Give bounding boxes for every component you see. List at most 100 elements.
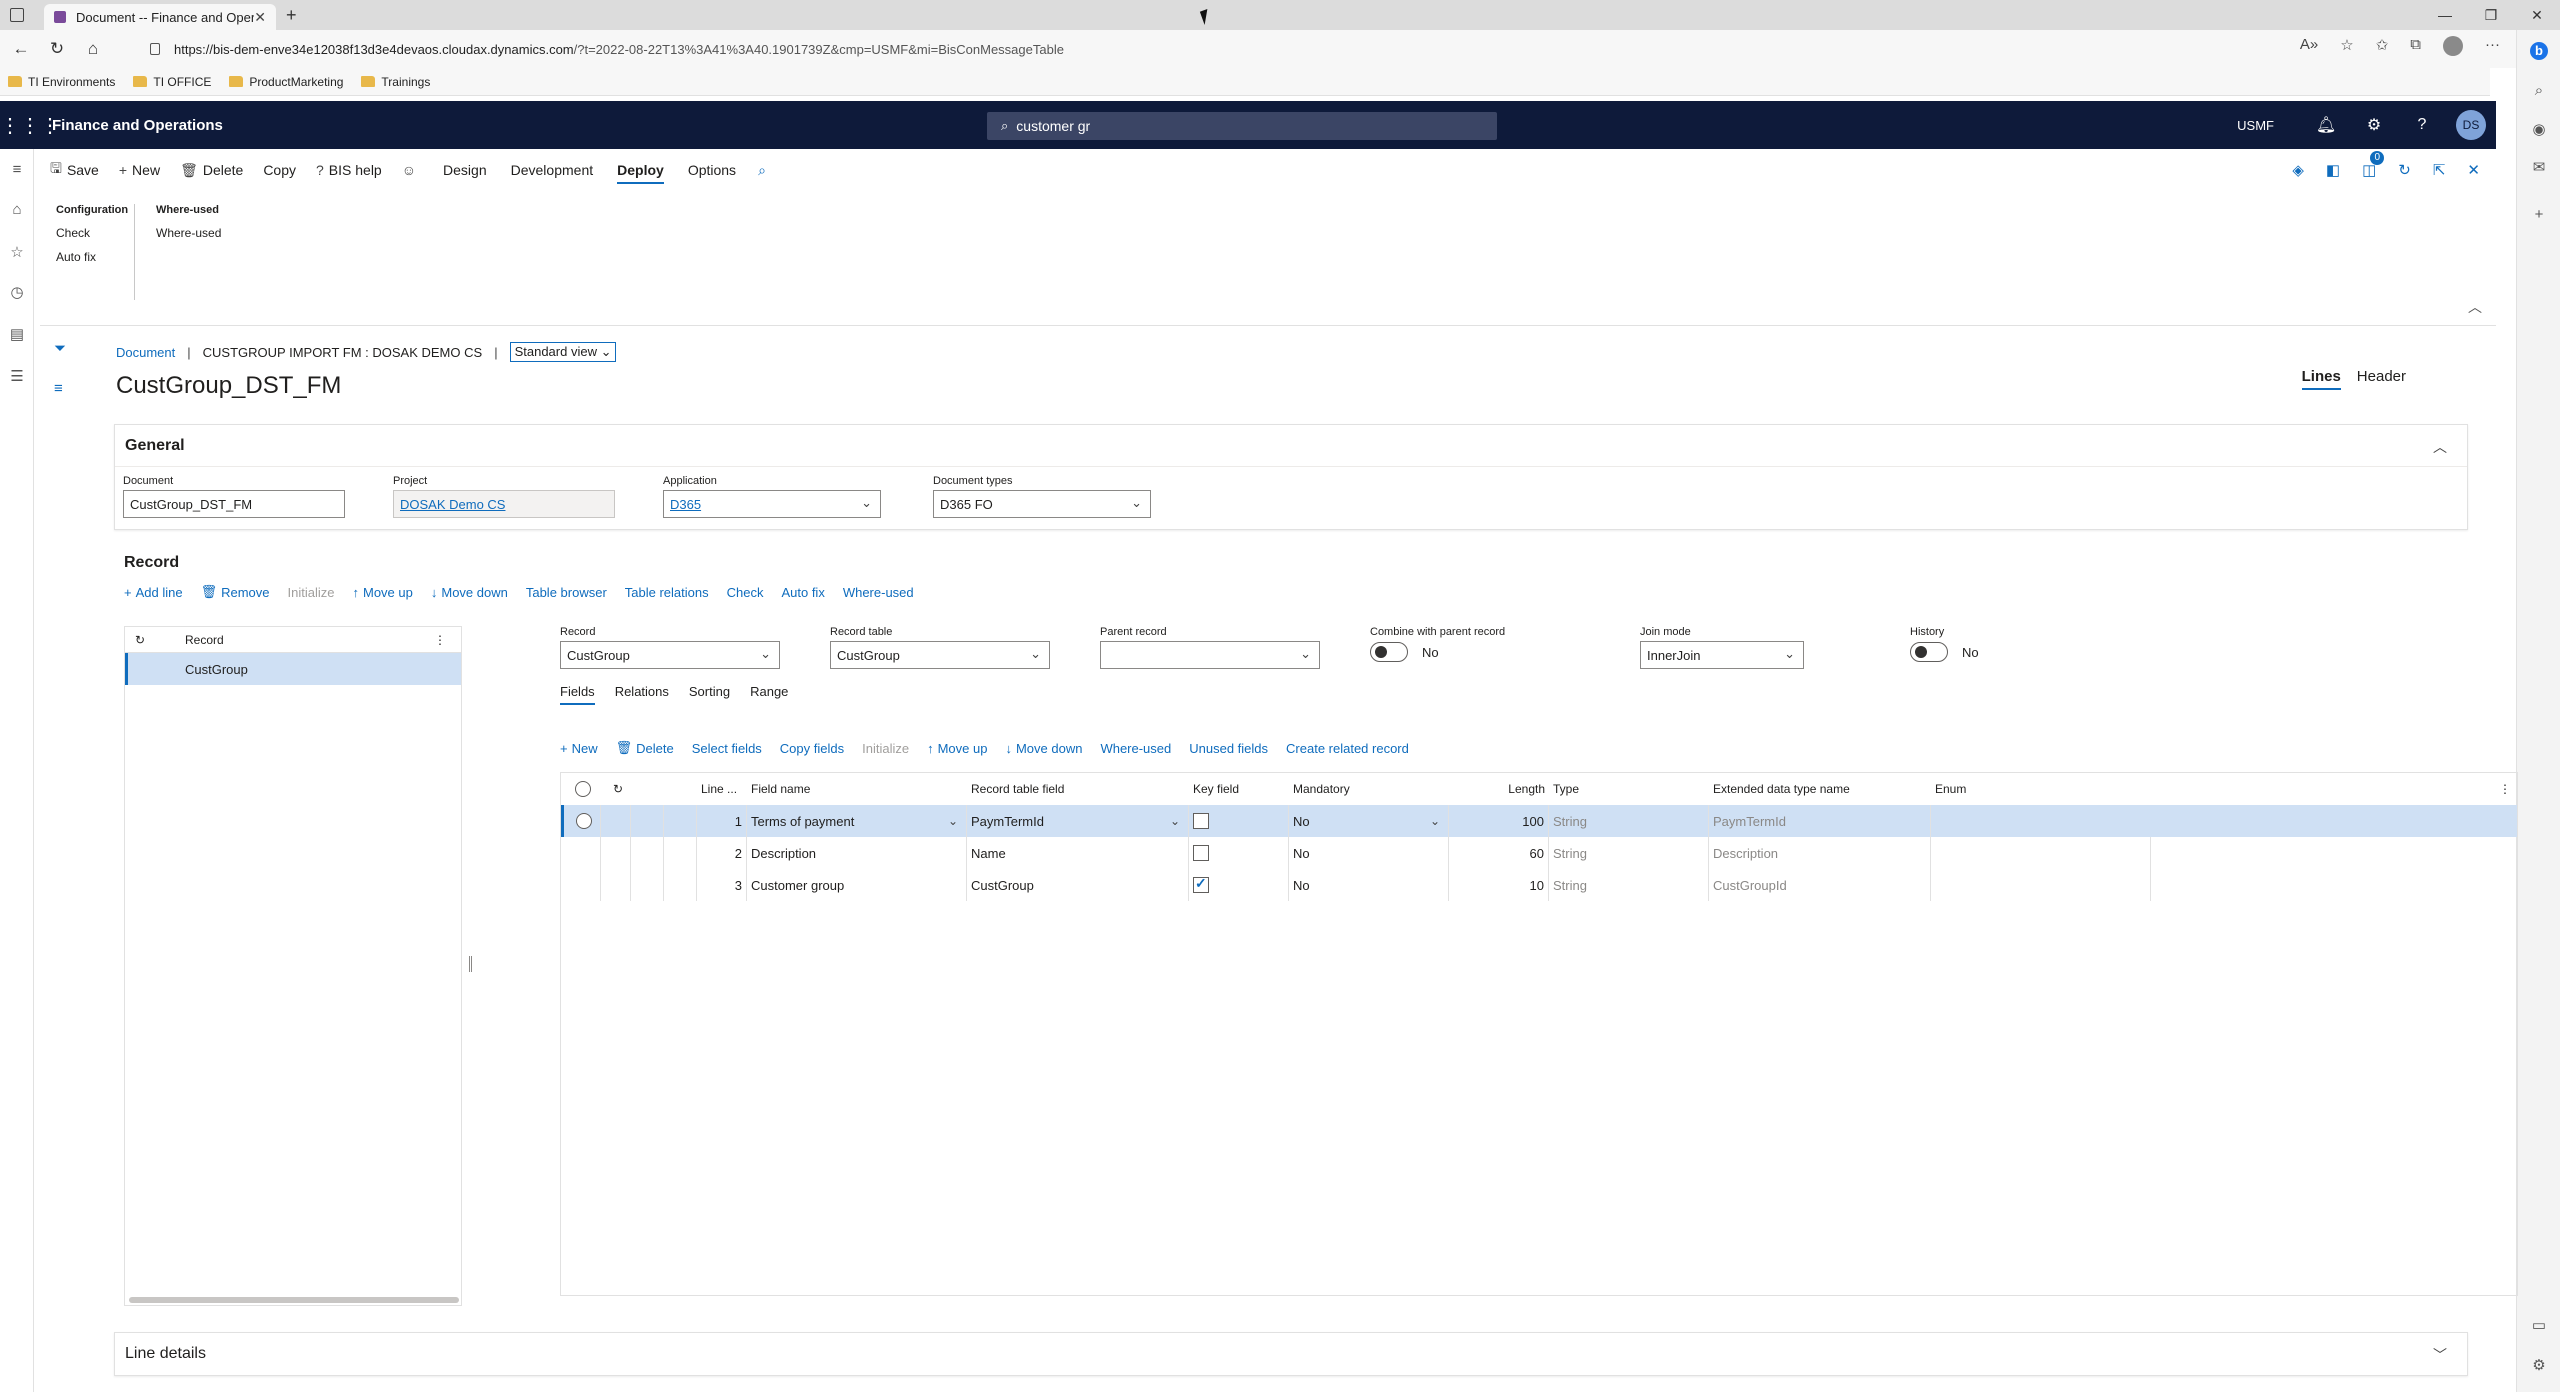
attachments-icon[interactable]: ◫ 0 (2362, 151, 2385, 179)
key-field-checkbox[interactable] (1193, 845, 1209, 861)
key-field-checkbox[interactable] (1193, 813, 1209, 829)
join-mode-select[interactable]: InnerJoin ⌄ (1640, 641, 1804, 669)
horizontal-scrollbar[interactable] (129, 1297, 459, 1303)
sidebar-toggle-icon[interactable] (10, 8, 24, 22)
auto-fix-button[interactable]: Auto fix (781, 585, 824, 600)
record-table-field-select[interactable]: PaymTermId ⌄ (967, 805, 1189, 837)
filter-icon[interactable]: ⏷ (54, 340, 66, 357)
table-row[interactable]: 3 Customer group CustGroup No 10 String … (561, 869, 2517, 901)
bookmark-item[interactable]: TI OFFICE (133, 75, 211, 89)
record-table-field[interactable]: CustGroup (967, 869, 1189, 901)
line-details-header[interactable]: Line details (115, 1333, 2467, 1375)
settings-icon[interactable]: ⚙ (2530, 1356, 2548, 1374)
history-toggle[interactable] (1910, 642, 1948, 662)
key-field-checkbox[interactable] (1193, 875, 1209, 893)
copy-fields-button[interactable]: Copy fields (780, 741, 844, 756)
select-fields-button[interactable]: Select fields (692, 741, 762, 756)
where-used-button[interactable]: Where-used (156, 226, 221, 240)
new-button[interactable]: + New (119, 162, 160, 178)
tab-deploy[interactable]: Deploy (617, 162, 664, 184)
collapse-ribbon-icon[interactable]: ︿ (2468, 297, 2482, 317)
save-button[interactable]: 🖫 Save (50, 158, 99, 182)
record-table-select[interactable]: CustGroup ⌄ (830, 641, 1050, 669)
general-header[interactable]: General (115, 425, 2467, 467)
initialize-button[interactable]: Initialize (288, 585, 335, 600)
check-button[interactable]: Check (56, 226, 128, 240)
office-icon[interactable]: ◧ (2326, 161, 2340, 179)
feedback-icon[interactable]: ☺ (402, 162, 421, 178)
field-name[interactable]: Customer group (747, 869, 967, 901)
column-header-key-field[interactable]: Key field (1189, 773, 1289, 805)
copilot-icon[interactable]: b (2530, 42, 2548, 60)
refresh-icon[interactable]: ↻ (601, 773, 631, 805)
open-new-window-icon[interactable]: ⇱ (2433, 161, 2446, 179)
parent-record-select[interactable]: ⌄ (1100, 641, 1320, 669)
chevron-up-icon[interactable]: ︿ (2433, 437, 2447, 457)
tab-development[interactable]: Development (511, 162, 594, 178)
bookmark-item[interactable]: ProductMarketing (229, 75, 343, 89)
outlook-icon[interactable]: ✉ (2530, 158, 2548, 176)
move-up-button[interactable]: ↑ Move up (927, 741, 987, 756)
tab-header[interactable]: Header (2357, 368, 2406, 390)
read-aloud-icon[interactable]: A» (2300, 36, 2318, 56)
select-all-radio[interactable] (575, 781, 591, 797)
tab-sorting[interactable]: Sorting (689, 684, 730, 705)
table-relations-button[interactable]: Table relations (625, 585, 709, 600)
column-header-line[interactable]: Line ... (697, 773, 747, 805)
delete-button[interactable]: 🗑︎ Delete (180, 162, 243, 179)
sidebar-layout-icon[interactable]: ▭ (2530, 1316, 2548, 1334)
record-table-field[interactable]: Name (967, 837, 1189, 869)
recent-icon[interactable]: ◷ (8, 283, 26, 301)
combine-parent-toggle[interactable] (1370, 642, 1408, 662)
auto-fix-button[interactable]: Auto fix (56, 250, 128, 264)
favorite-star-icon[interactable]: ☆ (2340, 36, 2353, 56)
document-input[interactable]: CustGroup_DST_FM (123, 490, 345, 518)
mandatory-select[interactable]: No ⌄ (1289, 805, 1449, 837)
breadcrumb-link[interactable]: Document (116, 345, 175, 360)
chevron-down-icon[interactable]: ﹀ (2433, 1345, 2447, 1365)
table-row[interactable]: 2 Description Name No 60 String Descript… (561, 837, 2517, 869)
company-picker[interactable]: USMF (2237, 118, 2274, 133)
more-icon[interactable]: ··· (2485, 36, 2500, 56)
tab-relations[interactable]: Relations (615, 684, 669, 705)
tab-design[interactable]: Design (443, 162, 487, 178)
document-types-select[interactable]: D365 FO ⌄ (933, 490, 1151, 518)
notifications-icon[interactable]: 🔔︎ (2302, 115, 2350, 135)
move-up-button[interactable]: ↑ Move up (352, 585, 412, 600)
modules-icon[interactable]: ☰ (8, 367, 26, 385)
table-row[interactable]: 1 Terms of payment ⌄ PaymTermId ⌄ No ⌄ 100 … (561, 805, 2517, 837)
where-used-button[interactable]: Where-used (1100, 741, 1171, 756)
home-icon[interactable]: ⌂ (78, 39, 108, 59)
favorites-icon[interactable]: ☆ (8, 243, 26, 261)
diamond-icon[interactable]: ◈ (2292, 161, 2304, 179)
refresh-icon[interactable]: ↻ (2398, 161, 2411, 179)
action-search-icon[interactable]: ⌕ (758, 162, 766, 179)
restore-icon[interactable]: ❐ (2468, 0, 2514, 30)
office-icon[interactable]: ◉ (2530, 120, 2548, 138)
search-icon[interactable]: ⌕ (2530, 82, 2548, 100)
record-header[interactable]: Record (114, 542, 2468, 584)
move-down-button[interactable]: ↓ Move down (431, 585, 508, 600)
move-down-button[interactable]: ↓ Move down (1005, 741, 1082, 756)
row-select-radio[interactable] (576, 813, 592, 829)
list-icon[interactable]: ≡ (54, 380, 63, 397)
record-select[interactable]: CustGroup ⌄ (560, 641, 780, 669)
app-launcher-icon[interactable]: ⋮⋮⋮ (0, 113, 60, 138)
refresh-icon[interactable]: ↻ (125, 633, 155, 647)
settings-icon[interactable]: ⚙ (2350, 115, 2398, 135)
refresh-icon[interactable]: ↻ (42, 39, 72, 59)
mandatory-value[interactable]: No (1289, 869, 1449, 901)
browser-tab[interactable]: Document -- Finance and Opera ✕ (44, 4, 276, 30)
favorites-icon[interactable]: ✩ (2376, 36, 2389, 56)
url-field[interactable]: https://bis-dem-enve34e12038f13d3e4devao… (150, 36, 2270, 62)
add-icon[interactable]: + (2530, 206, 2548, 224)
add-line-button[interactable]: + Add line (124, 585, 183, 600)
application-select[interactable]: D365 ⌄ (663, 490, 881, 518)
copy-button[interactable]: Copy (263, 162, 296, 178)
pane-splitter[interactable] (469, 956, 472, 972)
profile-avatar[interactable] (2443, 36, 2463, 56)
bis-help-button[interactable]: ? BIS help (316, 162, 382, 178)
user-avatar[interactable]: DS (2456, 110, 2486, 140)
unused-fields-button[interactable]: Unused fields (1189, 741, 1268, 756)
record-list-row[interactable]: CustGroup (125, 653, 461, 685)
